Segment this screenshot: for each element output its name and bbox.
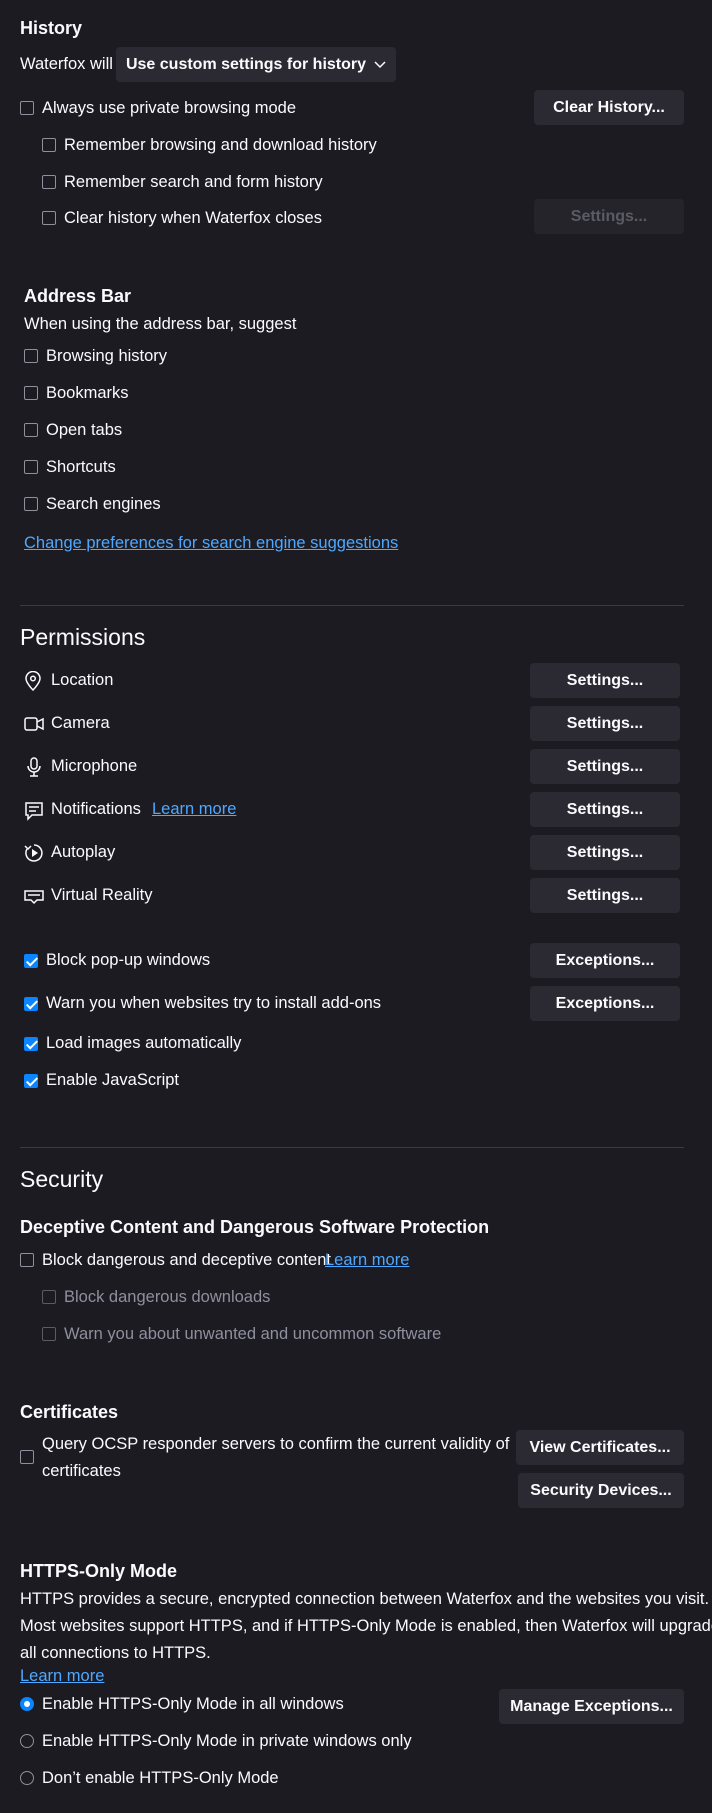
remember-search-checkbox[interactable] xyxy=(42,175,56,189)
suggest-bookmarks-label: Bookmarks xyxy=(46,384,129,402)
view-certificates-button[interactable]: View Certificates... xyxy=(516,1430,684,1465)
camera-icon xyxy=(24,716,44,732)
suggest-bookmarks-checkbox[interactable] xyxy=(24,386,38,400)
block-downloads-checkbox[interactable] xyxy=(42,1290,56,1304)
vr-settings-button[interactable]: Settings... xyxy=(530,878,680,913)
block-popups-label: Block pop-up windows xyxy=(46,951,211,969)
clear-history-button[interactable]: Clear History... xyxy=(534,90,684,125)
permission-vr-label: Virtual Reality xyxy=(51,886,153,904)
https-only-title: HTTPS-Only Mode xyxy=(20,1561,177,1581)
warn-addons-checkbox[interactable] xyxy=(24,997,38,1011)
suggest-open-tabs-checkbox[interactable] xyxy=(24,423,38,437)
autoplay-icon xyxy=(24,843,44,863)
https-only-learn-more-link[interactable]: Learn more xyxy=(20,1667,104,1686)
warn-addons-label: Warn you when websites try to install ad… xyxy=(46,994,382,1012)
permission-camera-label: Camera xyxy=(51,714,110,732)
history-settings-button[interactable]: Settings... xyxy=(534,199,684,234)
certificates-title: Certificates xyxy=(20,1402,119,1422)
enable-js-checkbox[interactable] xyxy=(24,1074,38,1088)
manage-exceptions-button[interactable]: Manage Exceptions... xyxy=(499,1689,684,1724)
suggest-browsing-history-checkbox[interactable] xyxy=(24,349,38,363)
remember-browsing-label: Remember browsing and download history xyxy=(64,136,377,154)
remember-browsing-checkbox[interactable] xyxy=(42,138,56,152)
chevron-down-icon xyxy=(374,60,386,69)
location-icon xyxy=(24,671,42,691)
notifications-learn-more-link[interactable]: Learn more xyxy=(152,800,236,819)
deceptive-content-title: Deceptive Content and Dangerous Software… xyxy=(20,1217,490,1237)
location-settings-button[interactable]: Settings... xyxy=(530,663,680,698)
history-mode-dropdown[interactable]: Use custom settings for history xyxy=(116,47,396,82)
notifications-settings-button[interactable]: Settings... xyxy=(530,792,680,827)
https-only-description-line1: HTTPS provides a secure, encrypted conne… xyxy=(20,1590,710,1608)
addons-exceptions-button[interactable]: Exceptions... xyxy=(530,986,680,1021)
suggest-open-tabs-label: Open tabs xyxy=(46,421,123,439)
block-popups-checkbox[interactable] xyxy=(24,954,38,968)
warn-unwanted-checkbox[interactable] xyxy=(42,1327,56,1341)
permission-location-label: Location xyxy=(51,671,114,689)
https-private-only-radio[interactable] xyxy=(20,1734,34,1748)
history-will-label: Waterfox will xyxy=(20,55,113,73)
microphone-settings-button[interactable]: Settings... xyxy=(530,749,680,784)
suggest-browsing-history-label: Browsing history xyxy=(46,347,168,365)
clear-on-close-label: Clear history when Waterfox closes xyxy=(64,209,322,227)
https-only-description-line3: all connections to HTTPS. xyxy=(20,1644,211,1662)
https-all-windows-label: Enable HTTPS-Only Mode in all windows xyxy=(42,1695,344,1713)
separator xyxy=(20,605,684,606)
security-learn-more-link[interactable]: Learn more xyxy=(325,1251,409,1270)
load-images-checkbox[interactable] xyxy=(24,1037,38,1051)
clear-on-close-checkbox[interactable] xyxy=(42,211,56,225)
suggest-search-engines-label: Search engines xyxy=(46,495,161,513)
load-images-label: Load images automatically xyxy=(46,1034,242,1052)
camera-settings-button[interactable]: Settings... xyxy=(530,706,680,741)
history-title: History xyxy=(20,18,83,38)
block-dangerous-label: Block dangerous and deceptive content xyxy=(42,1251,331,1269)
enable-js-label: Enable JavaScript xyxy=(46,1071,179,1089)
suggest-search-engines-checkbox[interactable] xyxy=(24,497,38,511)
security-devices-button[interactable]: Security Devices... xyxy=(518,1473,684,1508)
microphone-icon xyxy=(25,757,43,777)
vr-icon xyxy=(23,889,45,905)
always-private-checkbox[interactable] xyxy=(20,101,34,115)
https-disabled-label: Don’t enable HTTPS-Only Mode xyxy=(42,1769,279,1787)
permission-microphone-label: Microphone xyxy=(51,757,138,775)
separator xyxy=(20,1147,684,1148)
popup-exceptions-button[interactable]: Exceptions... xyxy=(530,943,680,978)
history-mode-value: Use custom settings for history xyxy=(125,55,367,73)
permission-notifications-label: Notifications xyxy=(51,800,141,818)
https-disabled-radio[interactable] xyxy=(20,1771,34,1785)
always-private-label: Always use private browsing mode xyxy=(42,99,297,117)
https-all-windows-radio[interactable] xyxy=(20,1697,34,1711)
https-only-description-line2: Most websites support HTTPS, and if HTTP… xyxy=(20,1617,712,1635)
ocsp-label-line2: certificates xyxy=(42,1462,121,1480)
permission-autoplay-label: Autoplay xyxy=(51,843,116,861)
address-bar-subtitle: When using the address bar, suggest xyxy=(24,315,297,333)
warn-unwanted-label: Warn you about unwanted and uncommon sof… xyxy=(64,1325,442,1343)
https-private-only-label: Enable HTTPS-Only Mode in private window… xyxy=(42,1732,412,1750)
ocsp-label-line1: Query OCSP responder servers to confirm … xyxy=(42,1435,510,1453)
notifications-icon xyxy=(24,801,44,821)
remember-search-label: Remember search and form history xyxy=(64,173,323,191)
block-downloads-label: Block dangerous downloads xyxy=(64,1288,271,1306)
ocsp-checkbox[interactable] xyxy=(20,1450,34,1464)
search-suggestions-link[interactable]: Change preferences for search engine sug… xyxy=(24,534,398,553)
autoplay-settings-button[interactable]: Settings... xyxy=(530,835,680,870)
block-dangerous-checkbox[interactable] xyxy=(20,1253,34,1267)
suggest-shortcuts-checkbox[interactable] xyxy=(24,460,38,474)
security-title: Security xyxy=(20,1166,104,1192)
address-bar-title: Address Bar xyxy=(24,286,132,306)
suggest-shortcuts-label: Shortcuts xyxy=(46,458,116,476)
permissions-title: Permissions xyxy=(20,624,146,650)
